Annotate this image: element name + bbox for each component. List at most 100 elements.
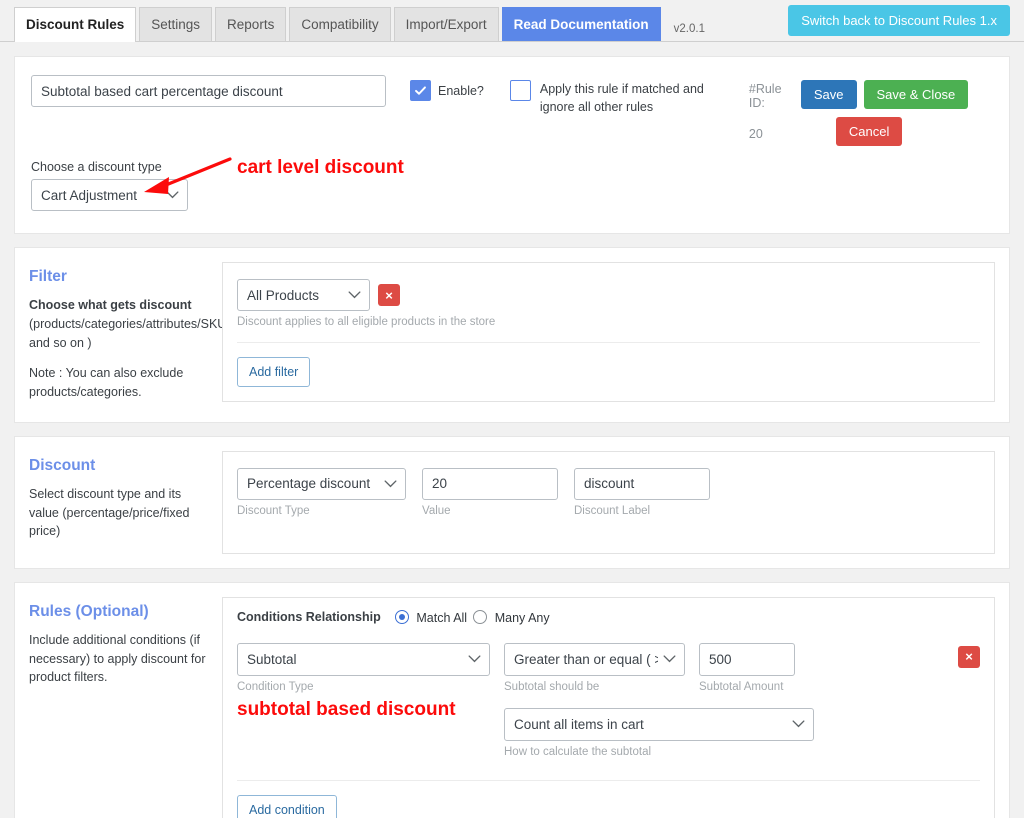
tab-reports[interactable]: Reports (215, 7, 287, 41)
tab-bar: Discount Rules Settings Reports Compatib… (0, 0, 1024, 42)
discount-type-block: Choose a discount type Cart AdjustmentPr… (15, 154, 1009, 233)
discount-title: Discount (29, 456, 96, 474)
operator-select[interactable]: Greater than ( > )Greater than or equal … (504, 642, 685, 676)
rules-title: Rules (Optional) (29, 602, 149, 620)
condition-row: SubtotalCart item countCart line item co… (237, 642, 980, 758)
subtotal-calculation-select[interactable]: Count all items in cartCount only discou… (504, 707, 814, 741)
discount-description-column: Discount Select discount type and its va… (15, 437, 222, 568)
discount-type-field: Percentage discountFixed discountFixed p… (237, 467, 406, 517)
rules-inner-box: Conditions Relationship Match All Many A… (222, 596, 995, 818)
filter-title: Filter (29, 268, 67, 285)
rule-header-panel: Enable? Apply this rule if matched and i… (14, 56, 1010, 234)
add-condition-row: Add condition (237, 794, 980, 818)
add-filter-button[interactable]: Add filter (237, 357, 311, 387)
enable-checkbox[interactable] (410, 80, 431, 101)
rules-controls-column: Conditions Relationship Match All Many A… (222, 583, 1009, 818)
match-all-label: Match All (416, 610, 468, 625)
filter-description-strong: Choose what gets discount (29, 298, 192, 312)
rule-action-buttons: Save Save & Close Cancel (800, 80, 969, 146)
discount-controls-column: Percentage discountFixed discountFixed p… (222, 437, 1009, 568)
tab-discount-rules[interactable]: Discount Rules (14, 7, 137, 42)
filter-row: All ProductsProductProduct categoryProdu… (237, 279, 980, 311)
match-all-radio-group[interactable]: Match All (394, 609, 468, 625)
match-any-radio[interactable] (473, 609, 488, 624)
cart-level-annotation: cart level discount (237, 157, 404, 178)
match-any-radio-group[interactable]: Many Any (473, 609, 550, 625)
add-filter-row: Add filter (237, 357, 980, 387)
discount-type-select-wrap[interactable]: Percentage discountFixed discountFixed p… (237, 467, 406, 500)
rules-divider (237, 779, 980, 781)
discount-description: Select discount type and its value (perc… (29, 486, 190, 539)
discount-label-field: Discount Label (574, 467, 710, 517)
enable-checkbox-group[interactable]: Enable? (410, 80, 484, 101)
operator-hint: Subtotal should be (504, 680, 600, 693)
remove-condition-wrap: × (958, 645, 980, 668)
tab-import-export[interactable]: Import/Export (393, 7, 499, 41)
switch-back-button[interactable]: Switch back to Discount Rules 1.x (788, 5, 1010, 36)
tab-read-documentation[interactable]: Read Documentation (501, 7, 661, 41)
filter-description-rest: (products/categories/attributes/SKU and … (29, 316, 227, 350)
calc-field: Count all items in cartCount only discou… (504, 707, 814, 758)
tab-settings[interactable]: Settings (139, 7, 213, 41)
discount-value-hint: Value (422, 504, 451, 517)
discount-type-select[interactable]: Cart AdjustmentProduct AdjustmentBulk Di… (31, 179, 188, 211)
calc-hint: How to calculate the subtotal (504, 745, 652, 758)
rule-header-row: Enable? Apply this rule if matched and i… (15, 57, 1009, 154)
discount-type-hint: Discount Type (237, 504, 310, 517)
filter-hint: Discount applies to all eligible product… (237, 316, 496, 328)
amount-hint: Subtotal Amount (699, 680, 784, 693)
calc-select-wrap[interactable]: Count all items in cartCount only discou… (504, 707, 814, 741)
condition-type-select[interactable]: SubtotalCart item countCart line item co… (237, 642, 490, 676)
discount-value-field: Value (422, 467, 558, 517)
operator-amount-row: Greater than ( > )Greater than or equal … (504, 642, 814, 693)
subtotal-based-annotation: subtotal based discount (237, 698, 456, 720)
condition-type-field: SubtotalCart item countCart line item co… (237, 642, 490, 721)
remove-condition-button[interactable]: × (958, 645, 980, 668)
version-label: v2.0.1 (673, 23, 705, 35)
discount-label-hint: Discount Label (574, 504, 651, 517)
remove-filter-button[interactable]: × (378, 284, 400, 306)
rule-id-value: 20 (748, 127, 763, 141)
filter-note: Note : You can also exclude products/cat… (29, 366, 184, 399)
enable-label: Enable? (438, 83, 484, 98)
rule-name-input[interactable] (31, 75, 386, 107)
filter-select[interactable]: All ProductsProductProduct categoryProdu… (237, 279, 370, 311)
discount-type-select-wrap[interactable]: Cart AdjustmentProduct AdjustmentBulk Di… (31, 179, 188, 211)
rules-panel: Rules (Optional) Include additional cond… (14, 581, 1010, 818)
condition-type-hint: Condition Type (237, 680, 314, 693)
filter-controls-column: All ProductsProductProduct categoryProdu… (222, 248, 1009, 422)
cancel-button[interactable]: Cancel (835, 117, 903, 146)
discount-fields-row: Percentage discountFixed discountFixed p… (237, 467, 980, 517)
conditions-relationship-row: Conditions Relationship Match All Many A… (237, 609, 980, 625)
discount-value-input[interactable] (422, 467, 558, 500)
save-and-close-button[interactable]: Save & Close (863, 80, 969, 109)
add-condition-button[interactable]: Add condition (237, 794, 337, 818)
operator-select-wrap[interactable]: Greater than ( > )Greater than or equal … (504, 642, 685, 676)
filter-select-wrap[interactable]: All ProductsProductProduct categoryProdu… (237, 279, 370, 311)
discount-type-value-select[interactable]: Percentage discountFixed discountFixed p… (237, 467, 406, 500)
tab-compatibility[interactable]: Compatibility (289, 7, 391, 41)
ignore-other-rules-checkbox[interactable] (509, 80, 531, 101)
filter-inner-box: All ProductsProductProduct categoryProdu… (222, 262, 995, 402)
ignore-other-rules-label: Apply this rule if matched and ignore al… (539, 82, 704, 115)
filter-panel: Filter Choose what gets discount (produc… (14, 247, 1010, 423)
operator-field: Greater than ( > )Greater than or equal … (504, 642, 685, 693)
discount-panel: Discount Select discount type and its va… (14, 435, 1010, 569)
match-all-radio[interactable] (394, 609, 409, 624)
ignore-checkbox-group[interactable]: Apply this rule if matched and ignore al… (509, 80, 735, 116)
save-button[interactable]: Save (800, 80, 857, 109)
rules-description-column: Rules (Optional) Include additional cond… (15, 583, 222, 818)
discount-inner-box: Percentage discountFixed discountFixed p… (222, 450, 995, 554)
filter-description: Choose what gets discount (products/cate… (29, 296, 226, 352)
filter-description-column: Filter Choose what gets discount (produc… (15, 248, 226, 422)
amount-field: Subtotal Amount (699, 642, 795, 693)
subtotal-amount-input[interactable] (699, 642, 795, 676)
conditions-relationship-label: Conditions Relationship (237, 610, 381, 625)
discount-type-label: Choose a discount type (31, 160, 162, 174)
rule-id-block: #Rule ID: 20 (749, 82, 801, 141)
rules-description: Include additional conditions (if necess… (29, 632, 206, 685)
condition-type-select-wrap[interactable]: SubtotalCart item countCart line item co… (237, 642, 490, 676)
match-any-label: Many Any (494, 610, 550, 625)
discount-label-input[interactable] (574, 467, 710, 500)
filter-divider (237, 342, 980, 343)
